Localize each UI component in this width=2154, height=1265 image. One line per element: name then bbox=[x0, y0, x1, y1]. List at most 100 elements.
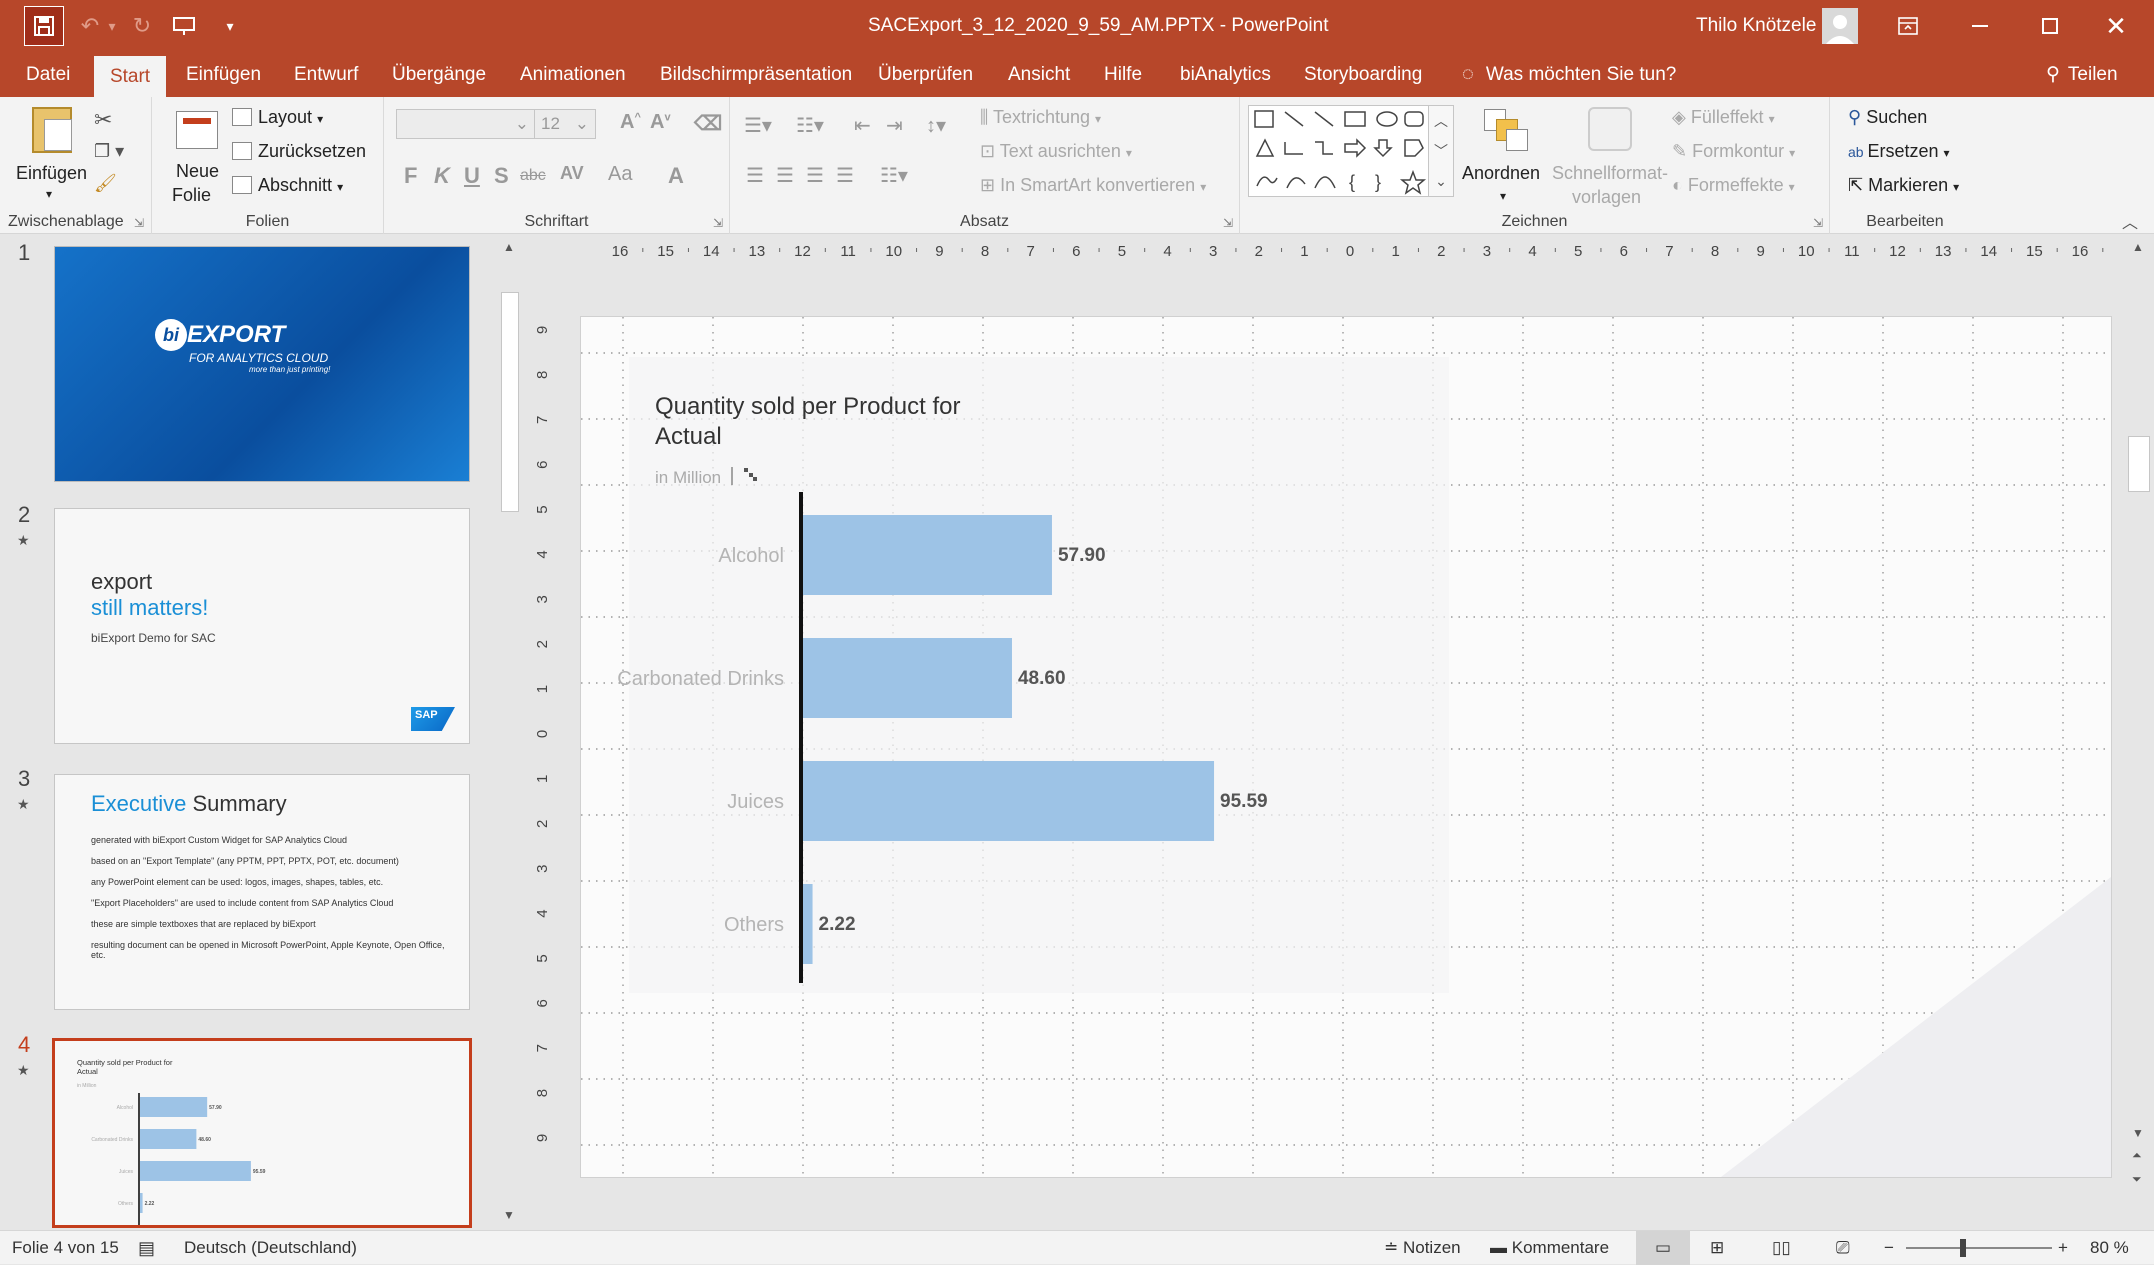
scroll-up-icon[interactable]: ▲ bbox=[2132, 240, 2144, 254]
font-color-button[interactable]: A bbox=[668, 163, 684, 189]
normal-view-icon[interactable]: ▭ bbox=[1636, 1231, 1690, 1265]
scroll-down-icon[interactable]: ▼ bbox=[503, 1208, 515, 1222]
minimize-icon[interactable] bbox=[1962, 8, 1998, 44]
share-button[interactable]: ⚲ Teilen bbox=[2036, 52, 2128, 97]
new-slide-button[interactable]: Neue Folie bbox=[168, 107, 228, 207]
italic-button[interactable]: K bbox=[434, 163, 450, 189]
strikethrough-button[interactable]: abc bbox=[520, 167, 546, 185]
columns-icon[interactable]: ☷▾ bbox=[880, 163, 908, 188]
zoom-level[interactable]: 80 % bbox=[2090, 1231, 2129, 1265]
scroll-thumb[interactable] bbox=[501, 292, 519, 512]
smartart-button[interactable]: ⊞ In SmartArt konvertieren ▾ bbox=[980, 175, 1206, 196]
tab-animationen[interactable]: Animationen bbox=[510, 52, 636, 97]
bar[interactable] bbox=[803, 515, 1052, 595]
dialog-launcher-icon[interactable]: ⇲ bbox=[1813, 216, 1823, 230]
find-button[interactable]: ⚲ Suchen bbox=[1848, 107, 1927, 128]
scroll-down-icon[interactable]: ▼ bbox=[2132, 1126, 2144, 1140]
ribbon-display-icon[interactable] bbox=[1890, 8, 1926, 44]
zoom-slider-thumb[interactable] bbox=[1960, 1239, 1966, 1257]
zoom-slider[interactable] bbox=[1906, 1239, 2052, 1257]
shadow-button[interactable]: S bbox=[494, 163, 509, 189]
increase-indent-icon[interactable]: ⇥ bbox=[886, 113, 903, 138]
tab-storyboarding[interactable]: Storyboarding bbox=[1294, 52, 1432, 97]
bar[interactable] bbox=[803, 638, 1012, 718]
shape-effects-button[interactable]: ◐ Formeffekte ▾ bbox=[1672, 175, 1795, 196]
arrange-button[interactable]: Anordnen ▾ bbox=[1462, 105, 1552, 205]
justify-icon[interactable]: ☰ bbox=[836, 163, 854, 188]
bar-chart[interactable]: Quantity sold per Product for Actual in Mi… bbox=[581, 317, 2111, 1177]
underline-button[interactable]: U bbox=[464, 163, 480, 189]
redo-icon[interactable]: ↻ bbox=[124, 8, 160, 44]
char-spacing-button[interactable]: AV bbox=[560, 163, 584, 184]
tell-me-box[interactable]: ◌ Was möchten Sie tun? bbox=[1452, 52, 1686, 97]
change-case-button[interactable]: Aa bbox=[608, 163, 632, 186]
dialog-launcher-icon[interactable]: ⇲ bbox=[134, 216, 144, 230]
line-spacing-icon[interactable]: ↕▾ bbox=[926, 113, 946, 138]
dialog-launcher-icon[interactable]: ⇲ bbox=[1223, 216, 1233, 230]
text-direction-button[interactable]: ⫼ Textrichtung ▾ bbox=[980, 107, 1101, 128]
font-name-combo[interactable]: ⌄ bbox=[396, 109, 536, 139]
replace-button[interactable]: ab Ersetzen ▾ bbox=[1848, 141, 1950, 162]
dialog-launcher-icon[interactable]: ⇲ bbox=[713, 216, 723, 230]
tab-datei[interactable]: Datei bbox=[16, 52, 80, 97]
undo-dropdown-icon[interactable]: ▾ bbox=[102, 8, 122, 44]
cut-icon[interactable]: ✂ bbox=[94, 107, 112, 133]
close-icon[interactable]: ✕ bbox=[2098, 8, 2134, 44]
tab-start[interactable]: Start bbox=[94, 56, 166, 97]
reading-view-icon[interactable]: ▯▯ bbox=[1772, 1231, 1791, 1265]
maximize-icon[interactable] bbox=[2032, 8, 2068, 44]
shrink-font-icon[interactable]: Av bbox=[650, 111, 671, 134]
clear-formatting-icon[interactable]: ⌫ bbox=[694, 111, 722, 136]
user-avatar[interactable] bbox=[1822, 8, 1858, 44]
reset-button[interactable]: Zurücksetzen bbox=[232, 141, 366, 162]
font-size-combo[interactable]: 12 ⌄ bbox=[534, 109, 596, 139]
comments-button[interactable]: ▬ Kommentare bbox=[1490, 1231, 1609, 1265]
collapse-ribbon-icon[interactable]: ︿ bbox=[2122, 209, 2138, 233]
slide-thumbnail-1[interactable]: bi EXPORT FOR ANALYTICS CLOUD more than j… bbox=[54, 246, 470, 482]
tab-einfuegen[interactable]: Einfügen bbox=[176, 52, 271, 97]
quick-styles-button[interactable]: Schnellformat- vorlagen bbox=[1546, 105, 1672, 207]
notes-button[interactable]: ≐ Notizen bbox=[1384, 1231, 1461, 1265]
presentation-start-icon[interactable] bbox=[166, 8, 202, 44]
slideshow-icon[interactable]: ⎚ bbox=[1836, 1231, 1850, 1265]
tab-ansicht[interactable]: Ansicht bbox=[998, 52, 1080, 97]
shapes-gallery-scroll[interactable]: ︿ ﹀ ⌄ bbox=[1428, 105, 1454, 197]
spellcheck-icon[interactable]: ▤ bbox=[138, 1231, 155, 1265]
slide-sorter-icon[interactable]: ⊞ bbox=[1710, 1231, 1724, 1265]
grow-font-icon[interactable]: A^ bbox=[620, 111, 641, 134]
tab-entwurf[interactable]: Entwurf bbox=[284, 52, 368, 97]
bar[interactable] bbox=[803, 884, 813, 964]
numbering-icon[interactable]: ☷▾ bbox=[796, 113, 824, 138]
section-button[interactable]: Abschnitt ▾ bbox=[232, 175, 343, 196]
bullets-icon[interactable]: ☰▾ bbox=[744, 113, 772, 138]
editor-scrollbar[interactable]: ▲ ▼ ⏶ ⏷ bbox=[2126, 236, 2152, 1228]
scroll-thumb[interactable] bbox=[2128, 436, 2150, 492]
bold-button[interactable]: F bbox=[404, 163, 417, 189]
zoom-in-icon[interactable]: + bbox=[2058, 1231, 2068, 1265]
slide-thumbnail-4[interactable]: Quantity sold per Product for Actual in Mi… bbox=[52, 1038, 472, 1228]
zoom-out-icon[interactable]: − bbox=[1884, 1231, 1894, 1265]
align-left-icon[interactable]: ☰ bbox=[746, 163, 764, 188]
tab-bianalytics[interactable]: biAnalytics bbox=[1170, 52, 1281, 97]
format-painter-icon[interactable]: 🖌 bbox=[94, 173, 117, 194]
scroll-up-icon[interactable]: ▲ bbox=[503, 240, 515, 254]
tab-hilfe[interactable]: Hilfe bbox=[1094, 52, 1152, 97]
shape-outline-button[interactable]: ✎ Formkontur ▾ bbox=[1672, 141, 1795, 162]
customize-toolbar-icon[interactable]: ▾ bbox=[212, 8, 248, 44]
next-slide-icon[interactable]: ⏷ bbox=[2132, 1172, 2142, 1187]
align-center-icon[interactable]: ☰ bbox=[776, 163, 794, 188]
tab-ueberpruefen[interactable]: Überprüfen bbox=[868, 52, 983, 97]
language[interactable]: Deutsch (Deutschland) bbox=[184, 1231, 357, 1265]
decrease-indent-icon[interactable]: ⇤ bbox=[854, 113, 871, 138]
previous-slide-icon[interactable]: ⏶ bbox=[2132, 1148, 2142, 1163]
slide-canvas[interactable]: Quantity sold per Product for Actual in Mi… bbox=[580, 316, 2112, 1178]
bar[interactable] bbox=[803, 761, 1215, 841]
tab-bildschirmpraesentation[interactable]: Bildschirmpräsentation bbox=[650, 52, 862, 97]
paste-button[interactable]: Einfügen ▾ bbox=[14, 107, 88, 207]
select-button[interactable]: ⇱ Markieren ▾ bbox=[1848, 175, 1959, 196]
slide-thumbnail-3[interactable]: Executive Summary generated with biExpor… bbox=[54, 774, 470, 1010]
thumbnail-scrollbar[interactable]: ▲ ▼ bbox=[497, 236, 523, 1228]
save-icon[interactable] bbox=[24, 6, 64, 46]
tab-uebergaenge[interactable]: Übergänge bbox=[382, 52, 496, 97]
shape-fill-button[interactable]: ◈ Fülleffekt ▾ bbox=[1672, 107, 1775, 128]
